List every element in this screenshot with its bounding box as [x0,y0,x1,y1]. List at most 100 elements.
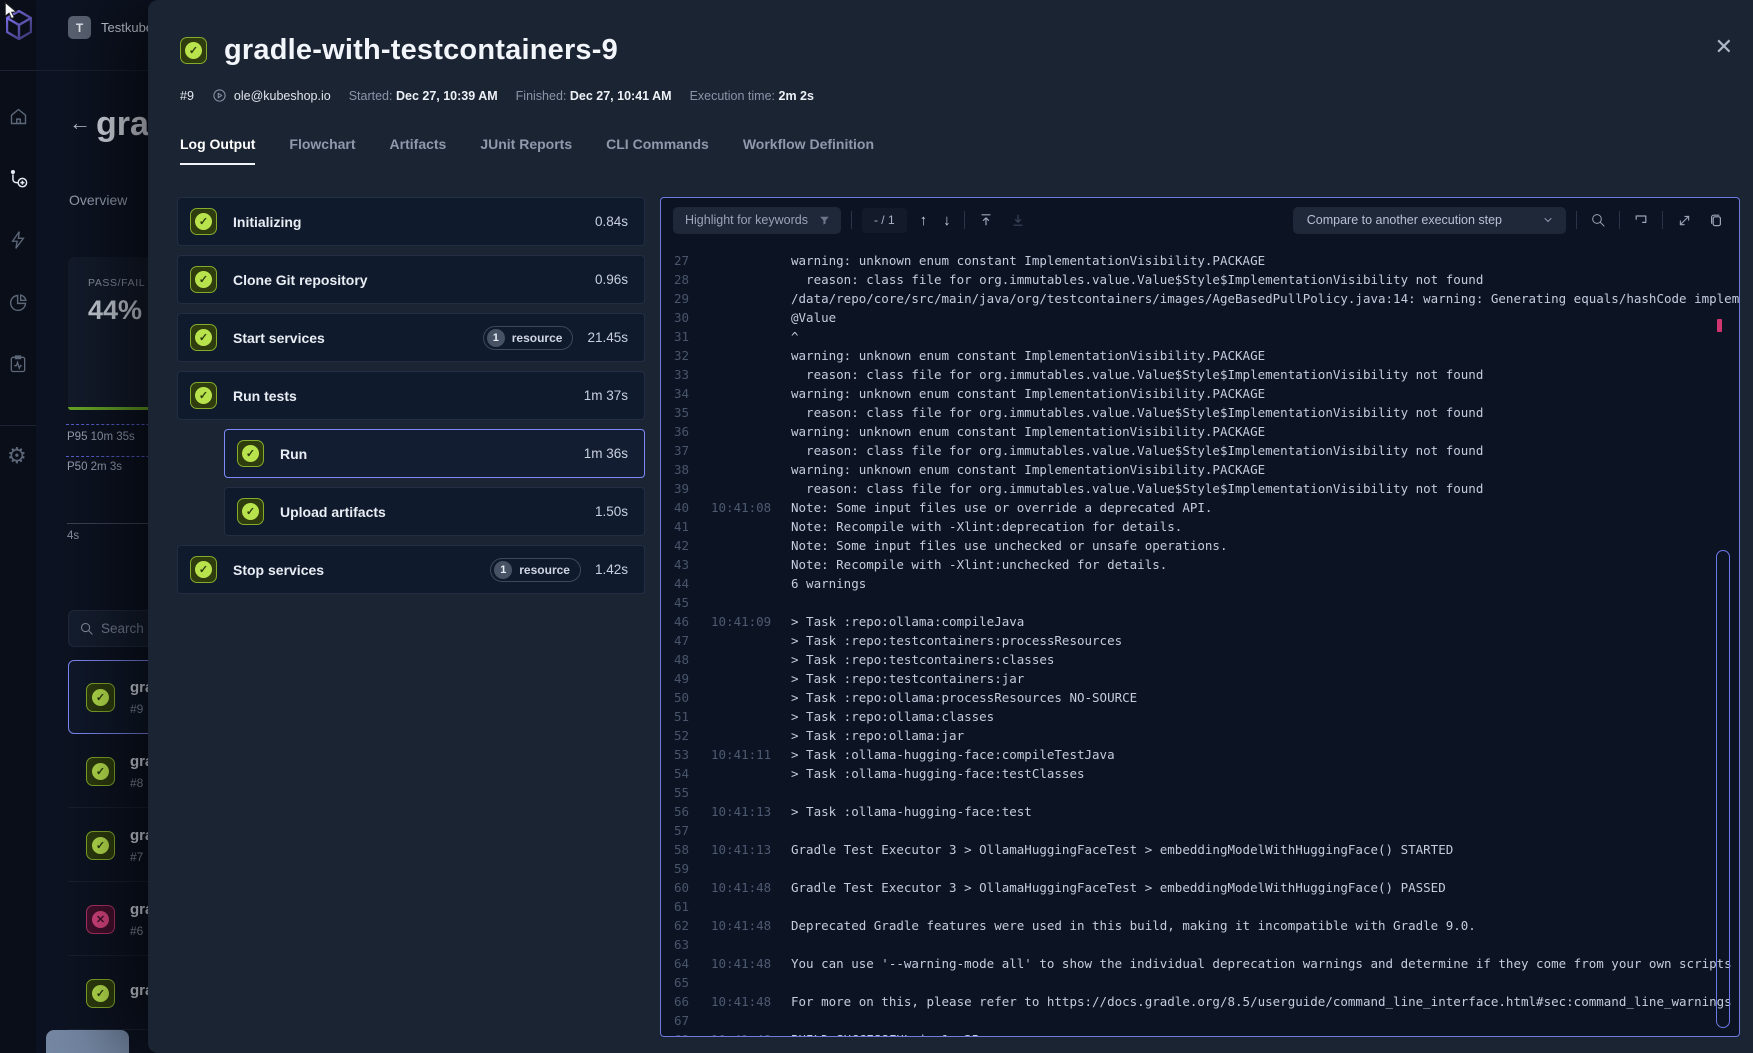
log-line: 48 > Task :repo:testcontainers:classes [661,650,1739,669]
log-line: 37 reason: class file for org.immutables… [661,441,1739,460]
line-number: 54 [665,764,689,783]
close-icon[interactable]: ✕ [1715,36,1733,58]
log-line: 32 warning: unknown enum constant Implem… [661,346,1739,365]
environment-selector[interactable]: T Testkube [68,16,153,39]
line-timestamp: 10:41:11 [711,745,775,764]
scrollbar-thumb[interactable] [1716,550,1730,1028]
previous-match-icon[interactable]: ↑ [917,212,931,229]
execution-title: gradle-with-testcontainers-9 [224,34,618,67]
line-timestamp [711,403,775,422]
line-text: reason: class file for org.immutables.va… [791,479,1483,498]
tab[interactable]: Workflow Definition [743,136,874,165]
wrap-lines-icon[interactable] [1630,209,1652,231]
execution-time: Execution time: 2m 2s [690,89,814,103]
line-timestamp [711,346,775,365]
log-line: 51 > Task :repo:ollama:classes [661,707,1739,726]
tab[interactable]: CLI Commands [606,136,709,165]
play-circle-icon [212,88,227,103]
log-output-panel: Highlight for keywords - / 1 ↑ ↓ [660,197,1740,1037]
step-row[interactable]: ✓ Initializing 0.84s [177,197,645,246]
rail-divider [0,70,36,71]
line-number: 57 [665,821,689,840]
execution-detail-modal: ✕ ✓ gradle-with-testcontainers-9 #9 ole@… [148,0,1753,1053]
log-line: 40 10:41:08 Note: Some input files use o… [661,498,1739,517]
line-text: > Task :repo:ollama:processResources NO-… [791,688,1137,707]
log-line: 62 10:41:48 Deprecated Gradle features w… [661,916,1739,935]
line-number: 29 [665,289,689,308]
line-text: > Task :ollama-hugging-face:testClasses [791,764,1085,783]
line-number: 68 [665,1030,689,1037]
line-text: Note: Some input files use or override a… [791,498,1212,517]
line-text: You can use '--warning-mode all' to show… [791,954,1739,973]
tab[interactable]: Log Output [180,136,255,165]
line-text: warning: unknown enum constant Implement… [791,346,1265,365]
scroll-to-top-icon[interactable] [975,209,997,231]
started-at: Started: Dec 27, 10:39 AM [349,89,498,103]
step-label: Run [280,446,568,462]
tab[interactable]: Flowchart [289,136,355,165]
step-row[interactable]: ✓ Clone Git repository 0.96s [177,255,645,304]
workflows-icon[interactable] [6,166,30,190]
log-line: 67 [661,1011,1739,1030]
tab[interactable]: Artifacts [390,136,447,165]
step-row[interactable]: ✓ Stop services 1 resource 1.42s [177,545,645,594]
reports-clipboard-icon[interactable] [6,352,30,376]
line-timestamp [711,289,775,308]
step-status-icon: ✓ [237,440,264,467]
step-status-icon: ✓ [190,556,217,583]
line-text: > Task :repo:ollama:jar [791,726,964,745]
pass-fail-value: 44% [88,295,142,326]
search-match-counter: - / 1 [862,208,907,233]
resource-label: resource [519,563,570,577]
line-timestamp [711,821,775,840]
line-text: Gradle Test Executor 3 > OllamaHuggingFa… [791,840,1453,859]
mouse-cursor [2,1,22,26]
insights-pie-icon[interactable] [6,290,30,314]
triggers-lightning-icon[interactable] [6,228,30,252]
line-text: warning: unknown enum constant Implement… [791,251,1265,270]
log-line: 65 [661,973,1739,992]
compare-step-dropdown[interactable]: Compare to another execution step [1293,207,1566,234]
log-line: 34 warning: unknown enum constant Implem… [661,384,1739,403]
scroll-to-bottom-icon[interactable] [1007,209,1029,231]
p50-label: P50 2m 3s [67,461,122,473]
line-text: Note: Recompile with -Xlint:unchecked fo… [791,555,1167,574]
highlight-keywords-select[interactable]: Highlight for keywords [673,207,841,234]
step-row[interactable]: ✓ Upload artifacts 1.50s [224,487,645,536]
filter-funnel-icon [818,214,831,227]
line-timestamp [711,1011,775,1030]
search-icon[interactable] [1587,209,1609,231]
execution-status-icon: ✓ [86,683,115,712]
line-number: 59 [665,859,689,878]
step-row[interactable]: ✓ Run tests 1m 37s [177,371,645,420]
log-line: 50 > Task :repo:ollama:processResources … [661,688,1739,707]
line-timestamp [711,536,775,555]
step-label: Initializing [233,214,579,230]
copy-icon[interactable] [1705,209,1727,231]
tab[interactable]: JUnit Reports [480,136,572,165]
expand-icon[interactable] [1673,209,1695,231]
step-status-icon: ✓ [190,266,217,293]
execution-status-icon: ✓ [180,37,207,64]
log-line: 29 /data/repo/core/src/main/java/org/tes… [661,289,1739,308]
log-line: 28 reason: class file for org.immutables… [661,270,1739,289]
next-match-icon[interactable]: ↓ [940,212,954,229]
line-number: 44 [665,574,689,593]
back-arrow-icon[interactable]: ← [69,110,91,136]
help-widget[interactable] [46,1030,129,1053]
step-duration: 1.50s [595,504,628,519]
line-number: 65 [665,973,689,992]
step-row[interactable]: ✓ Start services 1 resource 21.45s [177,313,645,362]
line-text: Gradle Test Executor 3 > OllamaHuggingFa… [791,878,1446,897]
step-duration: 1m 37s [584,388,628,403]
line-timestamp: 10:41:48 [711,916,775,935]
step-row[interactable]: ✓ Run 1m 36s [224,429,645,478]
pass-fail-label: PASS/FAIL [88,277,145,289]
home-icon[interactable] [6,104,30,128]
line-timestamp [711,460,775,479]
settings-gear-icon[interactable]: ⚙ [7,445,27,467]
divider [964,211,965,229]
line-number: 37 [665,441,689,460]
tab-overview[interactable]: Overview [69,192,127,208]
step-label: Upload artifacts [280,504,579,520]
